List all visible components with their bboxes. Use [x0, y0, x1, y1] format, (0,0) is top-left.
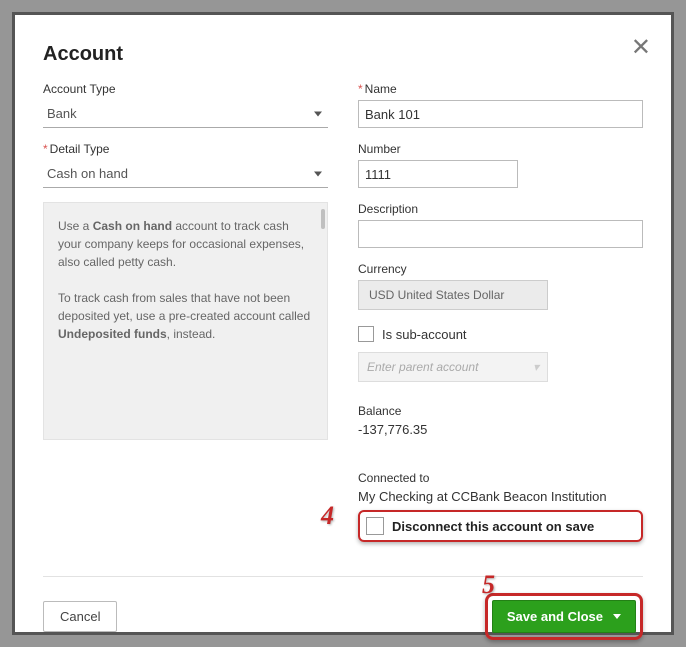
detail-type-select[interactable]: Cash on hand [43, 160, 328, 188]
disconnect-checkbox[interactable] [366, 517, 384, 535]
disconnect-label: Disconnect this account on save [392, 519, 594, 534]
modal-footer: Cancel Save and Close [15, 577, 671, 662]
save-label: Save and Close [507, 609, 603, 624]
parent-placeholder: Enter parent account [367, 360, 478, 374]
annotation-4: 4 [321, 501, 334, 531]
balance-value: -137,776.35 [358, 422, 643, 437]
name-label: Name [358, 82, 643, 96]
number-input[interactable] [358, 160, 518, 188]
account-type-select[interactable]: Bank [43, 100, 328, 128]
annotation-5: 5 [482, 570, 495, 600]
sub-account-label: Is sub-account [382, 327, 467, 342]
sub-account-checkbox[interactable] [358, 326, 374, 342]
detail-type-help: Use a Cash on hand account to track cash… [43, 202, 328, 440]
save-and-close-button[interactable]: Save and Close [492, 600, 636, 633]
modal-body: Account Type Bank Detail Type Cash on ha… [15, 78, 671, 576]
modal-header: Account [15, 15, 671, 78]
connected-label: Connected to [358, 471, 643, 485]
caret-down-icon [314, 111, 322, 116]
account-type-value: Bank [47, 106, 77, 121]
account-type-label: Account Type [43, 82, 328, 96]
right-column: Name Number Description Currency USD Uni… [358, 82, 643, 556]
caret-down-icon[interactable] [613, 614, 621, 619]
cancel-button[interactable]: Cancel [43, 601, 117, 632]
account-modal: ✕ Account Account Type Bank Detail Type … [12, 12, 674, 635]
number-label: Number [358, 142, 643, 156]
connected-value: My Checking at CCBank Beacon Institution [358, 489, 643, 504]
left-column: Account Type Bank Detail Type Cash on ha… [43, 82, 328, 556]
balance-label: Balance [358, 404, 643, 418]
description-input[interactable] [358, 220, 643, 248]
parent-account-select: Enter parent account ▾ [358, 352, 548, 382]
currency-label: Currency [358, 262, 643, 276]
description-label: Description [358, 202, 643, 216]
name-input[interactable] [358, 100, 643, 128]
close-icon[interactable]: ✕ [631, 33, 651, 62]
help-text: Use a Cash on hand account to track cash… [58, 217, 311, 343]
detail-type-label: Detail Type [43, 142, 328, 156]
currency-select[interactable]: USD United States Dollar [358, 280, 548, 310]
save-highlight: Save and Close [485, 593, 643, 640]
detail-type-value: Cash on hand [47, 166, 128, 181]
disconnect-row: Disconnect this account on save [358, 510, 643, 542]
scrollbar-thumb[interactable] [321, 209, 325, 229]
caret-down-icon [314, 171, 322, 176]
currency-value: USD United States Dollar [369, 288, 504, 302]
modal-title: Account [43, 43, 643, 66]
